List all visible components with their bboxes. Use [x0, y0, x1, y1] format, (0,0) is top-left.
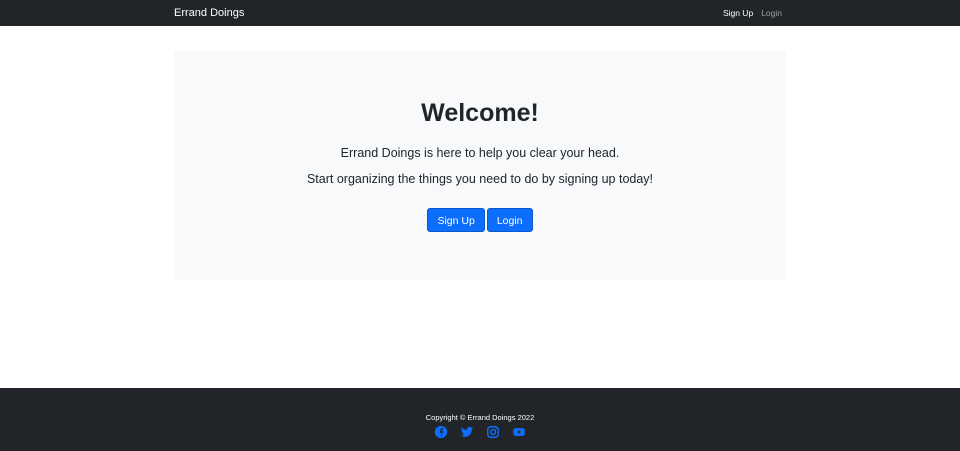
copyright-text: Copyright © Errand Doings 2022	[425, 413, 535, 422]
signup-button[interactable]: Sign Up	[427, 208, 485, 232]
nav-links: Sign Up Login	[723, 0, 782, 26]
intro-text: Errand Doings is here to help you clear …	[340, 146, 620, 160]
page-footer: Copyright © Errand Doings 2022	[0, 388, 960, 451]
facebook-icon[interactable]	[434, 425, 448, 439]
welcome-panel: Welcome! Errand Doings is here to help y…	[174, 51, 786, 280]
social-links	[0, 425, 960, 439]
instagram-icon[interactable]	[486, 425, 500, 439]
cta-text: Start organizing the things you need to …	[306, 172, 654, 186]
login-button[interactable]: Login	[486, 208, 533, 232]
top-navbar: Errand Doings Sign Up Login	[0, 0, 960, 26]
youtube-icon[interactable]	[512, 425, 526, 439]
hero-button-group: Sign Up Login	[174, 208, 786, 232]
nav-signup-link[interactable]: Sign Up	[723, 8, 753, 18]
brand-link[interactable]: Errand Doings	[174, 0, 244, 26]
welcome-title: Welcome!	[421, 99, 539, 127]
nav-login-link[interactable]: Login	[761, 8, 782, 18]
twitter-icon[interactable]	[460, 425, 474, 439]
